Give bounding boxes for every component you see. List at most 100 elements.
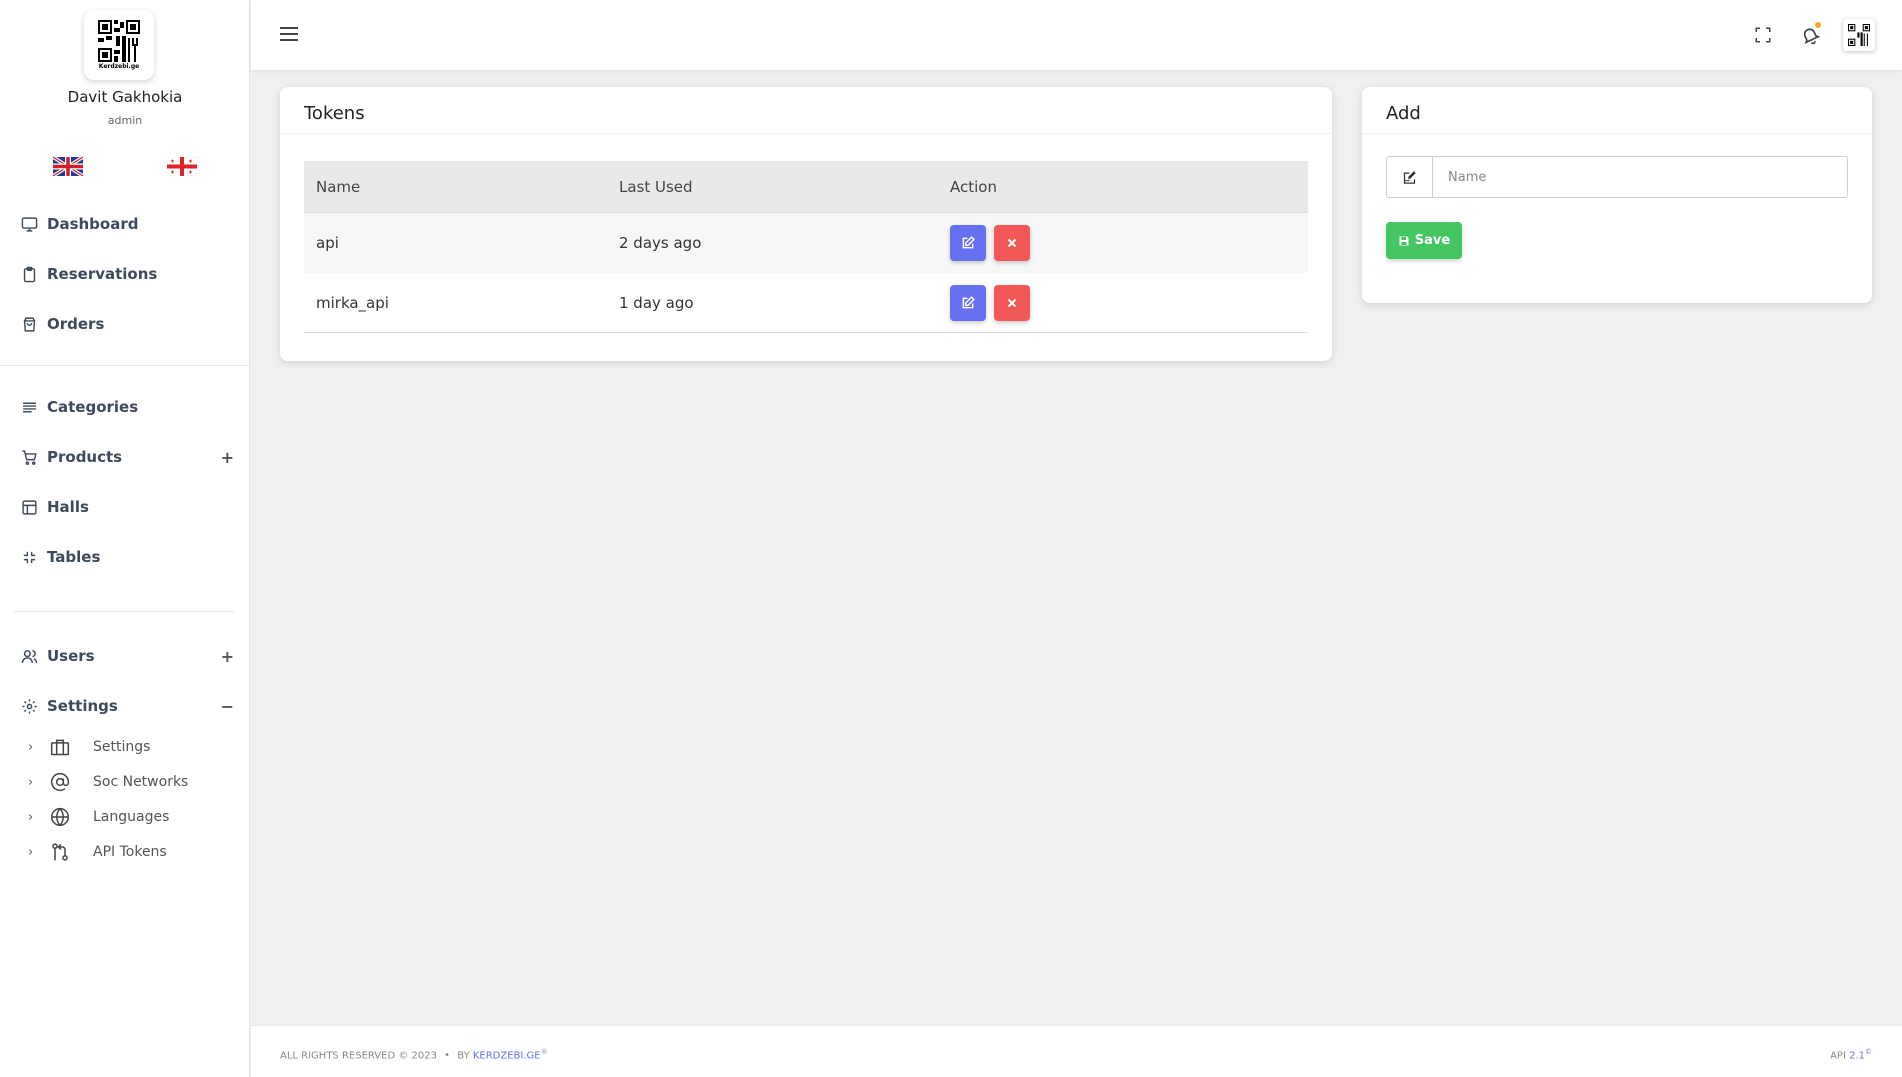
close-icon — [1007, 298, 1017, 308]
token-last-used: 2 days ago — [619, 234, 702, 252]
api-version: 2.1 — [1849, 1050, 1865, 1062]
nav-tables-label: Tables — [47, 548, 101, 566]
notification-dot — [1815, 22, 1821, 28]
token-last-used: 1 day ago — [619, 294, 694, 312]
nav-dashboard-label: Dashboard — [47, 215, 139, 233]
tokens-table: Name Last Used Action api 2 days ago mir… — [304, 161, 1308, 333]
nav-dashboard[interactable]: Dashboard — [0, 204, 250, 244]
token-name: mirka_api — [316, 294, 389, 312]
sub-item-soc-networks[interactable]: › Soc Networks — [0, 767, 250, 797]
card-header-divider — [280, 133, 1332, 134]
nav-tables[interactable]: Tables — [0, 537, 250, 577]
registered-mark: ® — [540, 1048, 548, 1056]
sidebar-divider — [14, 611, 234, 612]
footer-rights: ALL RIGHTS RESERVED © 2023 — [280, 1050, 437, 1062]
sub-item-api-tokens-label: API Tokens — [93, 844, 167, 860]
tokens-card-title: Tokens — [304, 103, 365, 124]
signature-icon — [1387, 157, 1433, 197]
nav-products[interactable]: Products + — [0, 437, 250, 477]
chevron-right-icon: › — [28, 809, 34, 825]
footer-bullet: • — [444, 1050, 451, 1062]
gear-icon — [20, 697, 38, 715]
nav-orders-label: Orders — [47, 315, 105, 333]
sub-item-settings[interactable]: › Settings — [0, 732, 250, 762]
nav-users[interactable]: Users + — [0, 636, 250, 676]
nav-reservations[interactable]: Reservations — [0, 254, 250, 294]
table-layout-icon — [20, 498, 38, 516]
name-input-group — [1386, 156, 1848, 198]
edit-icon — [962, 236, 975, 249]
qr-avatar-icon[interactable] — [1843, 19, 1875, 51]
globe-icon — [49, 806, 71, 828]
fullscreen-icon[interactable] — [1750, 22, 1776, 48]
column-header-name: Name — [316, 178, 361, 196]
collapse-icon[interactable]: − — [221, 697, 234, 716]
qr-logo-icon — [98, 20, 140, 62]
nav-users-label: Users — [47, 647, 95, 665]
add-card-title: Add — [1386, 103, 1421, 124]
user-role: admin — [107, 114, 143, 127]
hamburger-menu-icon[interactable] — [279, 25, 299, 43]
column-header-last-used: Last Used — [619, 178, 693, 196]
table-header: Name Last Used Action — [304, 161, 1308, 213]
logo-text: Kerdzebi.ge — [98, 63, 140, 70]
table-row: mirka_api 1 day ago — [304, 273, 1308, 333]
footer-brand-link[interactable]: KERDZEBI.GE — [473, 1050, 541, 1061]
sub-item-soc-networks-label: Soc Networks — [93, 774, 189, 790]
shopping-bag-icon — [20, 315, 38, 333]
sub-item-settings-label: Settings — [93, 739, 151, 755]
nav-orders[interactable]: Orders — [0, 304, 250, 344]
top-header — [251, 0, 1902, 70]
version-mark: © — [1865, 1048, 1872, 1056]
git-pull-request-icon — [49, 841, 71, 863]
card-header-divider — [1362, 133, 1872, 134]
georgia-flag-icon[interactable] — [167, 157, 197, 176]
sub-item-languages-label: Languages — [93, 809, 170, 825]
at-sign-icon — [49, 771, 71, 793]
save-button-label: Save — [1414, 233, 1451, 248]
sub-item-api-tokens[interactable]: › API Tokens — [0, 837, 250, 867]
nav-categories-label: Categories — [47, 398, 139, 416]
nav-halls-label: Halls — [47, 498, 89, 516]
edit-button[interactable] — [950, 285, 986, 321]
sidebar: Kerdzebi.ge Davit Gakhokia admin Dashboa… — [0, 0, 250, 1077]
column-header-action: Action — [950, 178, 997, 196]
sub-item-languages[interactable]: › Languages — [0, 802, 250, 832]
edit-button[interactable] — [950, 225, 986, 261]
expand-icon[interactable]: + — [221, 448, 234, 467]
nav-halls[interactable]: Halls — [0, 487, 250, 527]
notification-bell-icon[interactable] — [1797, 22, 1823, 48]
user-name: Davit Gakhokia — [67, 88, 183, 106]
lines-icon — [20, 398, 38, 416]
edit-icon — [962, 296, 975, 309]
users-icon — [20, 647, 38, 665]
add-token-card: Add Save — [1362, 87, 1872, 303]
footer-by: BY — [457, 1050, 470, 1062]
monitor-icon — [20, 215, 38, 233]
footer-version: API 2.1© — [1830, 1048, 1872, 1061]
chevron-right-icon: › — [28, 739, 34, 755]
floppy-disk-icon — [1399, 236, 1409, 245]
nav-settings[interactable]: Settings − — [0, 686, 250, 726]
delete-button[interactable] — [994, 285, 1030, 321]
shrink-icon — [20, 548, 38, 566]
nav-reservations-label: Reservations — [47, 265, 158, 283]
chevron-right-icon: › — [28, 774, 34, 790]
token-name-input[interactable] — [1434, 157, 1846, 197]
tokens-card: Tokens Name Last Used Action api 2 days … — [280, 87, 1332, 361]
clipboard-icon — [20, 265, 38, 283]
table-row: api 2 days ago — [304, 213, 1308, 273]
nav-categories[interactable]: Categories — [0, 387, 250, 427]
api-label: API — [1830, 1050, 1846, 1062]
footer: ALL RIGHTS RESERVED © 2023 • BY KERDZEBI… — [251, 1025, 1902, 1077]
delete-button[interactable] — [994, 225, 1030, 261]
cart-icon — [20, 448, 38, 466]
sidebar-divider — [0, 365, 250, 366]
app-logo[interactable]: Kerdzebi.ge — [84, 10, 154, 80]
expand-icon[interactable]: + — [221, 647, 234, 666]
footer-copyright: ALL RIGHTS RESERVED © 2023 • BY KERDZEBI… — [280, 1048, 548, 1061]
uk-flag-icon[interactable] — [53, 157, 83, 176]
nav-products-label: Products — [47, 448, 123, 466]
close-icon — [1007, 238, 1017, 248]
save-button[interactable]: Save — [1386, 222, 1462, 259]
